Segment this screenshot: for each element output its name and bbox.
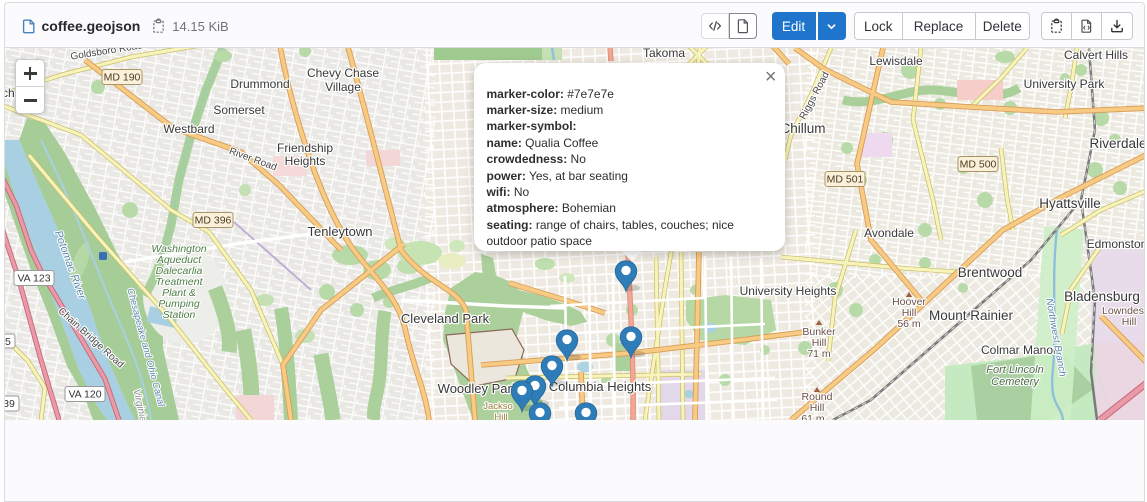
svg-text:71 m: 71 m: [807, 348, 831, 360]
svg-text:Woodley Park: Woodley Park: [437, 381, 518, 396]
svg-text:Brentwood: Brentwood: [957, 265, 1022, 280]
svg-text:VA 123: VA 123: [17, 273, 50, 285]
svg-text:MD 501: MD 501: [826, 174, 863, 186]
svg-text:University Heights: University Heights: [739, 284, 836, 298]
svg-text:39: 39: [5, 398, 15, 410]
svg-text:Lewisdale: Lewisdale: [869, 54, 923, 68]
svg-text:Takoma: Takoma: [642, 48, 684, 60]
svg-text:MD 500: MD 500: [959, 159, 996, 171]
svg-text:Hill: Hill: [494, 412, 507, 420]
svg-text:Station: Station: [162, 309, 195, 321]
svg-text:Friendship: Friendship: [276, 141, 332, 155]
svg-text:MD 396: MD 396: [194, 215, 231, 227]
svg-text:Chevy Chase: Chevy Chase: [306, 66, 378, 80]
svg-text:Fort Lincoln: Fort Lincoln: [986, 364, 1043, 376]
svg-text:Calvert Hills: Calvert Hills: [1063, 48, 1127, 62]
svg-text:61 m: 61 m: [801, 413, 825, 420]
svg-text:ch: ch: [5, 86, 15, 100]
svg-text:VA 120: VA 120: [68, 389, 101, 401]
svg-text:MD 190: MD 190: [103, 72, 140, 84]
svg-text:Bladensburg: Bladensburg: [1064, 289, 1140, 304]
svg-text:Hill: Hill: [1121, 316, 1136, 328]
svg-text:Tenleytown: Tenleytown: [307, 224, 372, 239]
svg-text:Somerset: Somerset: [213, 103, 265, 117]
svg-text:University Park: University Park: [1023, 77, 1105, 91]
svg-text:Cleveland Park: Cleveland Park: [400, 311, 489, 326]
svg-text:Cemetery: Cemetery: [991, 376, 1040, 388]
svg-text:Westbard: Westbard: [163, 122, 214, 136]
svg-text:Edmonston: Edmonston: [1086, 237, 1143, 251]
svg-text:Chillum: Chillum: [780, 121, 825, 136]
svg-text:Jackso: Jackso: [483, 401, 513, 412]
svg-text:05: 05: [5, 336, 11, 348]
svg-text:Village: Village: [325, 80, 361, 94]
svg-text:Colmar Manor: Colmar Manor: [980, 343, 1056, 357]
svg-text:Avondale: Avondale: [864, 226, 914, 240]
svg-text:Mount Rainier: Mount Rainier: [928, 308, 1013, 323]
svg-text:Hyattsville: Hyattsville: [1039, 196, 1101, 211]
svg-text:56 m: 56 m: [897, 318, 921, 330]
svg-text:Heights: Heights: [284, 154, 325, 168]
svg-text:Drummond: Drummond: [230, 77, 289, 91]
svg-text:Riverdale: Riverdale: [1089, 136, 1144, 151]
